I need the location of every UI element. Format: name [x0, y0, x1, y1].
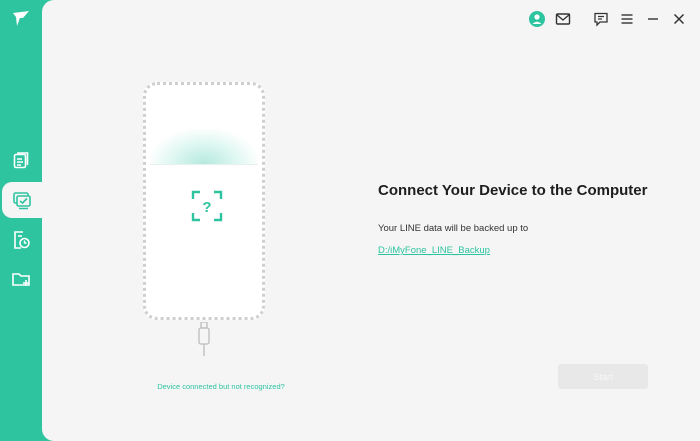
menu-icon: [621, 14, 633, 24]
mail-button[interactable]: [552, 8, 574, 30]
user-avatar-button[interactable]: [526, 8, 548, 30]
page-title: Connect Your Device to the Computer: [378, 182, 648, 199]
main-panel: ? Device connected but not recognized? C…: [42, 0, 700, 441]
minimize-button[interactable]: [642, 8, 664, 30]
sidebar-item-restore[interactable]: [0, 222, 42, 258]
mail-icon: [555, 13, 571, 25]
usb-cable-icon: [198, 322, 210, 356]
feedback-icon: [594, 12, 608, 27]
close-icon: [673, 13, 685, 25]
backup-description: Your LINE data will be backed up to: [378, 223, 529, 234]
feedback-button[interactable]: [590, 8, 612, 30]
backup-monitor-icon: [13, 192, 31, 210]
minimize-icon: [648, 18, 658, 20]
svg-text:?: ?: [202, 199, 211, 216]
document-icon: [13, 152, 29, 169]
user-avatar-icon: [529, 11, 545, 27]
sidebar-item-document[interactable]: [0, 143, 42, 179]
imyfone-logo-icon: [11, 9, 31, 29]
sidebar: [0, 0, 42, 441]
device-not-recognized-link[interactable]: Device connected but not recognized?: [141, 382, 301, 391]
restore-icon: [14, 231, 30, 249]
menu-button[interactable]: [616, 8, 638, 30]
close-button[interactable]: [668, 8, 690, 30]
title-bar: [500, 0, 700, 38]
sidebar-item-export[interactable]: [0, 261, 42, 297]
start-button[interactable]: Start: [558, 364, 648, 389]
scan-glow: [150, 129, 258, 165]
phone-screen: ?: [150, 89, 258, 313]
export-folder-icon: [12, 273, 30, 286]
phone-illustration: ?: [143, 82, 265, 320]
sidebar-item-backup[interactable]: [2, 182, 42, 218]
backup-path-link[interactable]: D:/iMyFone_LINE_Backup: [378, 245, 490, 256]
unknown-device-icon: ?: [191, 190, 223, 222]
